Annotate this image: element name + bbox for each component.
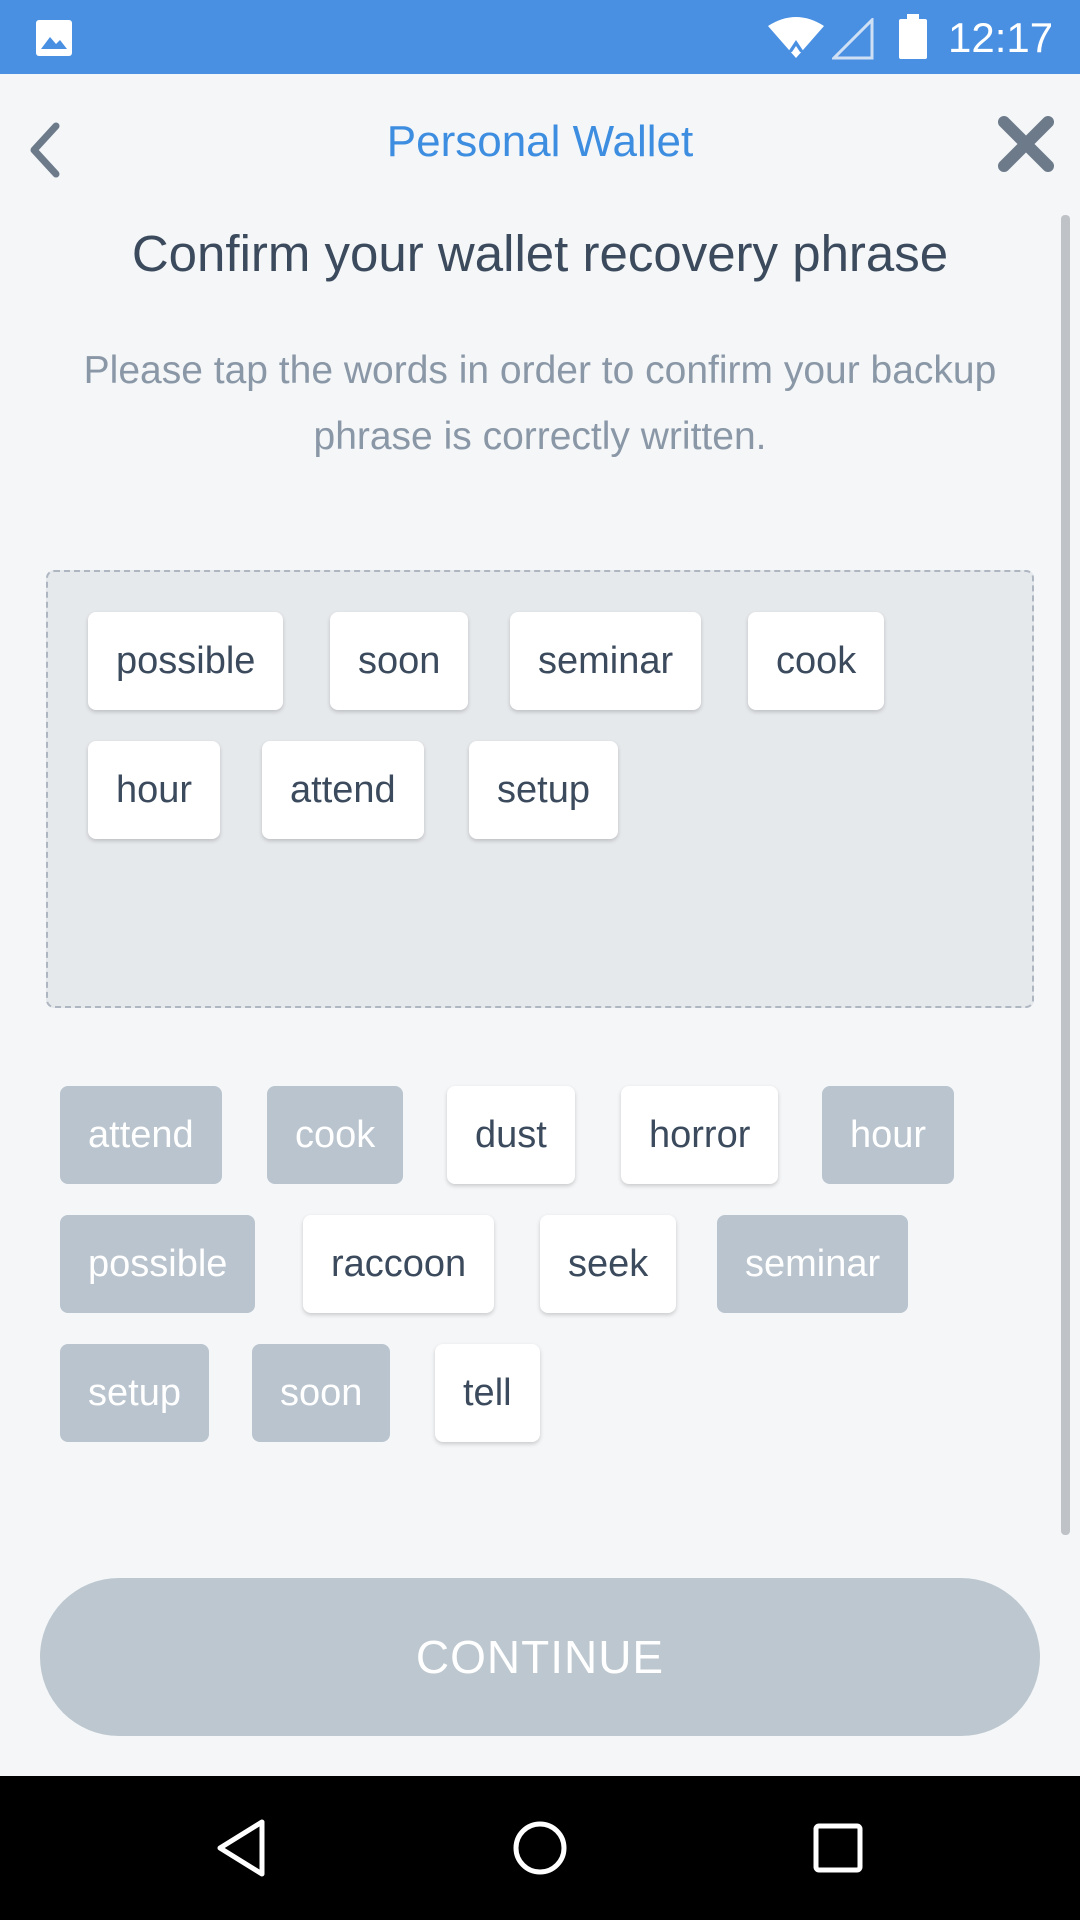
battery-icon	[899, 14, 927, 59]
selected-word-chip[interactable]: seminar	[510, 612, 702, 710]
selected-word-chip[interactable]: hour	[88, 741, 221, 839]
selected-phrase-area: possible soon seminar cook hour attend s…	[46, 570, 1034, 1008]
word-option-chip[interactable]: horror	[621, 1086, 779, 1184]
word-option-chip: seminar	[717, 1215, 909, 1313]
word-option-chip: soon	[252, 1344, 391, 1442]
word-option-chip[interactable]: raccoon	[303, 1215, 495, 1313]
nav-recents-icon[interactable]	[806, 1816, 870, 1880]
word-option-chip: hour	[822, 1086, 955, 1184]
header: Personal Wallet	[0, 74, 1080, 214]
page-title: Confirm your wallet recovery phrase	[131, 225, 949, 282]
signal-icon	[832, 18, 874, 60]
status-time: 12:17	[948, 14, 1054, 61]
image-icon	[36, 20, 72, 56]
selected-word-chip[interactable]: setup	[469, 741, 618, 839]
nav-back-icon[interactable]	[210, 1816, 274, 1880]
instructions-text: Please tap the words in order to confirm…	[83, 349, 997, 458]
nav-bar	[0, 1776, 1080, 1920]
selected-word-chip[interactable]: cook	[748, 612, 885, 710]
close-icon[interactable]	[994, 112, 1058, 176]
nav-home-icon[interactable]	[508, 1816, 572, 1880]
word-option-chip: possible	[60, 1215, 256, 1313]
word-option-chip: cook	[267, 1086, 404, 1184]
header-title: Personal Wallet	[386, 117, 694, 166]
status-bar: 12:17	[0, 0, 1080, 74]
word-option-chip: setup	[60, 1344, 209, 1442]
word-option-chip[interactable]: seek	[540, 1215, 677, 1313]
selected-word-chip[interactable]: possible	[88, 612, 284, 710]
continue-button[interactable]: CONTINUE	[40, 1578, 1040, 1736]
word-option-chip: attend	[60, 1086, 222, 1184]
scrollbar[interactable]	[1061, 215, 1070, 1535]
word-option-chip[interactable]: dust	[447, 1086, 575, 1184]
selected-word-chip[interactable]: soon	[330, 612, 469, 710]
selected-word-chip[interactable]: attend	[262, 741, 424, 839]
word-option-chip[interactable]: tell	[435, 1344, 540, 1442]
wifi-icon	[768, 17, 824, 58]
